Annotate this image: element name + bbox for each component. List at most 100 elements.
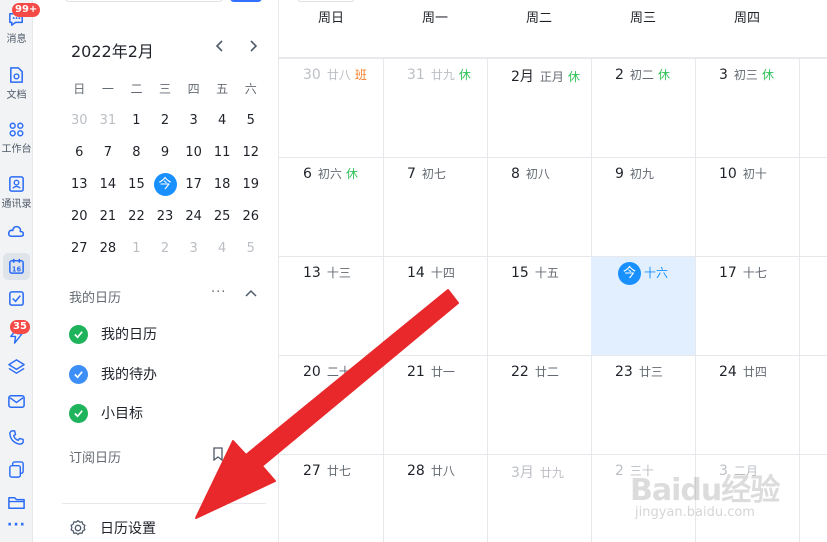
today-marker: 今 [618, 262, 641, 285]
mini-day[interactable]: 5 [236, 241, 265, 256]
mini-day[interactable]: 6 [65, 145, 94, 160]
day-cell[interactable]: 22 廿二 [487, 356, 592, 455]
day-cell[interactable]: 3 二月 [695, 455, 800, 542]
day-cell[interactable]: 15 十五 [487, 257, 592, 356]
mini-day[interactable]: 26 [236, 209, 265, 224]
more-icon[interactable]: ··· [211, 285, 226, 300]
day-cell[interactable]: 21 廿一 [383, 356, 488, 455]
nav-calendar[interactable]: 16 [0, 253, 33, 280]
day-cell[interactable]: 6 初六休 [279, 158, 384, 257]
calendar-toggle[interactable]: 我的待办 [69, 363, 157, 385]
next-month-button[interactable] [245, 38, 261, 54]
mini-day[interactable]: 8 [122, 145, 151, 160]
prev-month-button[interactable] [212, 38, 228, 54]
mini-day[interactable]: 15 [122, 177, 151, 192]
chevron-up-icon[interactable] [244, 287, 258, 301]
mini-day[interactable]: 27 [65, 241, 94, 256]
day-cell[interactable]: 13 十三 [279, 257, 384, 356]
nav-flash[interactable]: 35 [0, 320, 33, 349]
day-cell[interactable]: 31 廿九休 [383, 59, 488, 158]
mini-day[interactable]: 11 [208, 145, 237, 160]
subscribed-calendars-header[interactable]: 订阅日历 [69, 445, 264, 466]
more-apps-button[interactable]: ··· [0, 517, 33, 533]
mini-day[interactable]: 2 [151, 113, 180, 128]
mini-day[interactable]: 4 [208, 113, 237, 128]
nav-tasks[interactable] [0, 289, 33, 312]
mini-day[interactable]: 20 [65, 209, 94, 224]
lunar-date: 廿八 [430, 464, 455, 478]
day-cell[interactable]: 9 初九 [591, 158, 696, 257]
day-number: 9 [615, 166, 624, 182]
nav-contacts[interactable]: 通讯录 [0, 175, 33, 210]
mini-day[interactable]: 7 [94, 145, 123, 160]
holiday-rest-tag: 休 [761, 68, 774, 82]
mini-day[interactable]: 25 [208, 209, 237, 224]
create-button[interactable] [230, 0, 262, 2]
day-cell[interactable]: 28 廿八 [383, 455, 488, 542]
mini-day[interactable]: 10 [179, 145, 208, 160]
mini-day[interactable]: 18 [208, 177, 237, 192]
nav-copy[interactable] [0, 460, 33, 483]
mini-day[interactable]: 2 [151, 241, 180, 256]
weekday-label: 周三 [629, 11, 656, 26]
chevron-up-icon[interactable] [244, 447, 258, 461]
nav-docs[interactable]: 文档 [0, 66, 33, 101]
mini-day[interactable]: 28 [94, 241, 123, 256]
calendar-toggle[interactable]: 我的日历 [69, 323, 157, 345]
day-cell[interactable]: 14 十四 [383, 257, 488, 356]
day-cell[interactable]: 3 初三休 [695, 59, 800, 158]
mini-weekday: 五 [216, 81, 229, 96]
mini-day[interactable]: 9 [151, 145, 180, 160]
holiday-rest-tag: 休 [345, 167, 358, 181]
day-cell[interactable]: 27 廿七 [279, 455, 384, 542]
mini-day[interactable]: 14 [94, 177, 123, 192]
day-number: 2月 [511, 69, 534, 85]
nav-folder[interactable] [0, 493, 33, 516]
day-cell-today[interactable]: 今十六 [591, 257, 696, 356]
bookmark-add-icon[interactable] [212, 447, 225, 461]
mini-day[interactable]: 1 [122, 113, 151, 128]
my-calendars-header[interactable]: 我的日历 ··· [69, 285, 264, 306]
day-cell[interactable]: 2 三十 [591, 455, 696, 542]
mini-day[interactable]: 1 [122, 241, 151, 256]
mini-day[interactable]: 4 [208, 241, 237, 256]
day-cell[interactable]: 7 初七 [383, 158, 488, 257]
nav-layers[interactable] [0, 358, 33, 381]
checkbox-icon[interactable] [69, 324, 88, 344]
nav-phone[interactable] [0, 428, 33, 451]
mini-day[interactable]: 13 [65, 177, 94, 192]
nav-mail[interactable] [0, 392, 33, 415]
nav-cloud[interactable] [0, 222, 33, 245]
lunar-date: 初十 [742, 167, 767, 181]
mini-day[interactable]: 30 [65, 113, 94, 128]
mini-day[interactable]: 17 [179, 177, 208, 192]
mini-day[interactable]: 12 [236, 145, 265, 160]
nav-messages[interactable]: 消息 99+ [0, 3, 41, 45]
mini-day[interactable]: 21 [94, 209, 123, 224]
day-cell[interactable]: 3月 廿九 [487, 455, 592, 542]
calendar-toggle[interactable]: 小目标 [69, 402, 143, 424]
mini-day[interactable]: 22 [122, 209, 151, 224]
day-cell[interactable]: 23 廿三 [591, 356, 696, 455]
day-cell[interactable]: 24 廿四 [695, 356, 800, 455]
mini-day[interactable]: 3 [179, 241, 208, 256]
nav-workbench[interactable]: 工作台 [0, 120, 33, 155]
day-cell[interactable]: 2 初二休 [591, 59, 696, 158]
mini-day[interactable]: 23 [151, 209, 180, 224]
day-cell[interactable]: 2月 正月休 [487, 59, 592, 158]
day-cell[interactable]: 17 十七 [695, 257, 800, 356]
mini-day[interactable]: 19 [236, 177, 265, 192]
search-input[interactable] [64, 0, 224, 2]
mini-day[interactable]: 5 [236, 113, 265, 128]
day-cell[interactable]: 8 初八 [487, 158, 592, 257]
day-cell[interactable]: 30 廿八班 [279, 59, 384, 158]
mini-day[interactable]: 3 [179, 113, 208, 128]
checkbox-icon[interactable] [69, 403, 88, 423]
mini-day-today[interactable]: 今 [151, 172, 180, 196]
day-cell[interactable]: 10 初十 [695, 158, 800, 257]
mini-day[interactable]: 24 [179, 209, 208, 224]
mini-day[interactable]: 31 [94, 113, 123, 128]
checkbox-icon[interactable] [69, 364, 88, 384]
day-cell[interactable]: 20 二十 [279, 356, 384, 455]
calendar-settings-button[interactable]: 日历设置 [69, 518, 156, 538]
